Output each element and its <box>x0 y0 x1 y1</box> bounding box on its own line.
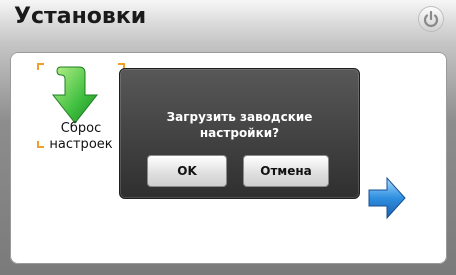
blue-right-arrow-icon[interactable] <box>367 176 407 220</box>
reset-settings-label: Сброс настроек <box>37 121 125 153</box>
green-down-arrow-icon <box>51 66 99 124</box>
label-line: настроек <box>49 137 113 152</box>
dialog-message-line1: Загрузить заводские <box>166 110 313 124</box>
selection-corner <box>37 63 44 70</box>
dialog-message-line2: настройки? <box>199 126 280 140</box>
page-title: Установки <box>14 4 147 29</box>
ok-button[interactable]: OK <box>147 155 227 187</box>
reset-settings-item[interactable]: Сброс настроек <box>37 63 125 163</box>
power-icon <box>423 10 439 27</box>
title-bar: Установки <box>0 0 456 41</box>
cancel-button[interactable]: Отмена <box>243 155 329 187</box>
power-button[interactable] <box>418 6 444 32</box>
label-line: Сброс <box>60 121 102 136</box>
confirm-dialog: Загрузить заводские настройки? OK Отмена <box>119 68 360 199</box>
